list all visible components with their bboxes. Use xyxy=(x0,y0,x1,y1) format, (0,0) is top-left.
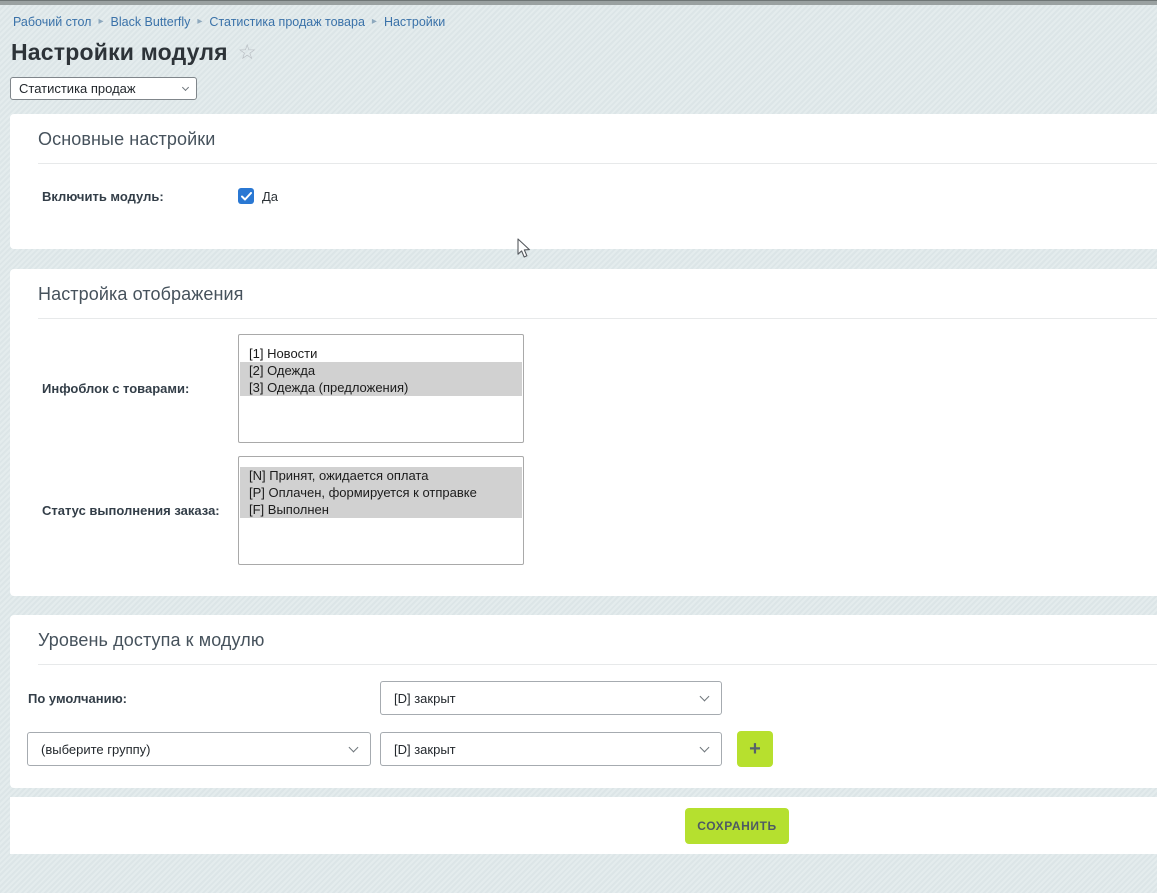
listbox-option[interactable]: [1] Новости xyxy=(240,345,522,362)
group-select[interactable]: (выберите группу) xyxy=(27,732,371,766)
breadcrumb-link[interactable]: Статистика продаж товара xyxy=(209,15,365,29)
default-access-select[interactable]: [D] закрыт xyxy=(380,681,722,715)
group-access-row: (выберите группу) [D] закрыт + xyxy=(10,731,1157,767)
iblock-listbox[interactable]: [1] Новости[2] Одежда[3] Одежда (предлож… xyxy=(238,334,524,443)
breadcrumb-separator-icon: ▸ xyxy=(372,16,377,28)
section-access-head: Уровень доступа к модулю xyxy=(10,615,1157,665)
group-select-value: (выберите группу) xyxy=(41,742,350,757)
page-title: Настройки модуля xyxy=(11,39,228,66)
save-bar: СОХРАНИТЬ xyxy=(10,797,1157,854)
chevron-down-icon xyxy=(182,83,189,90)
breadcrumb-link[interactable]: Настройки xyxy=(384,15,445,29)
top-window-bar xyxy=(0,0,1157,5)
order-status-row: Статус выполнения заказа: [N] Принят, ож… xyxy=(10,456,1157,565)
order-status-listbox[interactable]: [N] Принят, ожидается оплата[P] Оплачен,… xyxy=(238,456,524,565)
breadcrumb-separator-icon: ▸ xyxy=(197,16,202,28)
enable-module-label: Включить модуль: xyxy=(42,189,238,204)
section-general-settings: Основные настройки Включить модуль: Да xyxy=(10,114,1157,249)
breadcrumb-separator-icon: ▸ xyxy=(98,16,103,28)
module-settings-page: { "breadcrumb": { "separator": "▸", "ite… xyxy=(0,0,1157,893)
breadcrumb-link[interactable]: Рабочий стол xyxy=(13,15,91,29)
chevron-down-icon xyxy=(349,742,359,752)
listbox-option[interactable]: [2] Одежда xyxy=(240,362,522,379)
module-select-value: Статистика продаж xyxy=(19,81,183,96)
chevron-down-icon xyxy=(700,742,710,752)
listbox-option[interactable]: [3] Одежда (предложения) xyxy=(240,379,522,396)
group-access-value: [D] закрыт xyxy=(394,742,701,757)
iblock-label: Инфоблок с товарами: xyxy=(42,381,238,396)
add-access-row-button[interactable]: + xyxy=(737,731,773,767)
enable-module-row: Включить модуль: Да xyxy=(10,188,1157,204)
section-display-settings: Настройка отображения Инфоблок с товарам… xyxy=(10,269,1157,596)
section-general-title: Основные настройки xyxy=(38,129,1157,150)
group-access-select[interactable]: [D] закрыт xyxy=(380,732,722,766)
default-access-row: По умолчанию: [D] закрыт xyxy=(10,681,1157,715)
breadcrumb-link[interactable]: Black Butterfly xyxy=(111,15,191,29)
default-access-label: По умолчанию: xyxy=(28,691,380,706)
listbox-option[interactable]: [F] Выполнен xyxy=(240,501,522,518)
section-general-head: Основные настройки xyxy=(10,114,1157,164)
section-access-title: Уровень доступа к модулю xyxy=(38,630,1157,651)
iblock-row: Инфоблок с товарами: [1] Новости[2] Одеж… xyxy=(10,334,1157,443)
section-display-head: Настройка отображения xyxy=(10,269,1157,319)
checkmark-icon xyxy=(241,192,252,201)
favorite-star-icon[interactable]: ☆ xyxy=(238,42,257,63)
listbox-option[interactable]: [P] Оплачен, формируется к отправке xyxy=(240,484,522,501)
chevron-down-icon xyxy=(700,691,710,701)
module-select[interactable]: Статистика продаж xyxy=(10,77,197,100)
enable-module-checkbox[interactable] xyxy=(238,188,254,204)
section-display-title: Настройка отображения xyxy=(38,284,1157,305)
enable-module-value-label: Да xyxy=(262,189,278,204)
save-button[interactable]: СОХРАНИТЬ xyxy=(685,808,789,844)
default-access-value: [D] закрыт xyxy=(394,691,701,706)
order-status-label: Статус выполнения заказа: xyxy=(42,503,238,518)
breadcrumb: Рабочий стол ▸ Black Butterfly ▸ Статистика … xyxy=(13,14,1157,29)
section-access-level: Уровень доступа к модулю По умолчанию: [… xyxy=(10,615,1157,788)
page-header: Настройки модуля ☆ xyxy=(11,39,1157,66)
listbox-option[interactable]: [N] Принят, ожидается оплата xyxy=(240,467,522,484)
